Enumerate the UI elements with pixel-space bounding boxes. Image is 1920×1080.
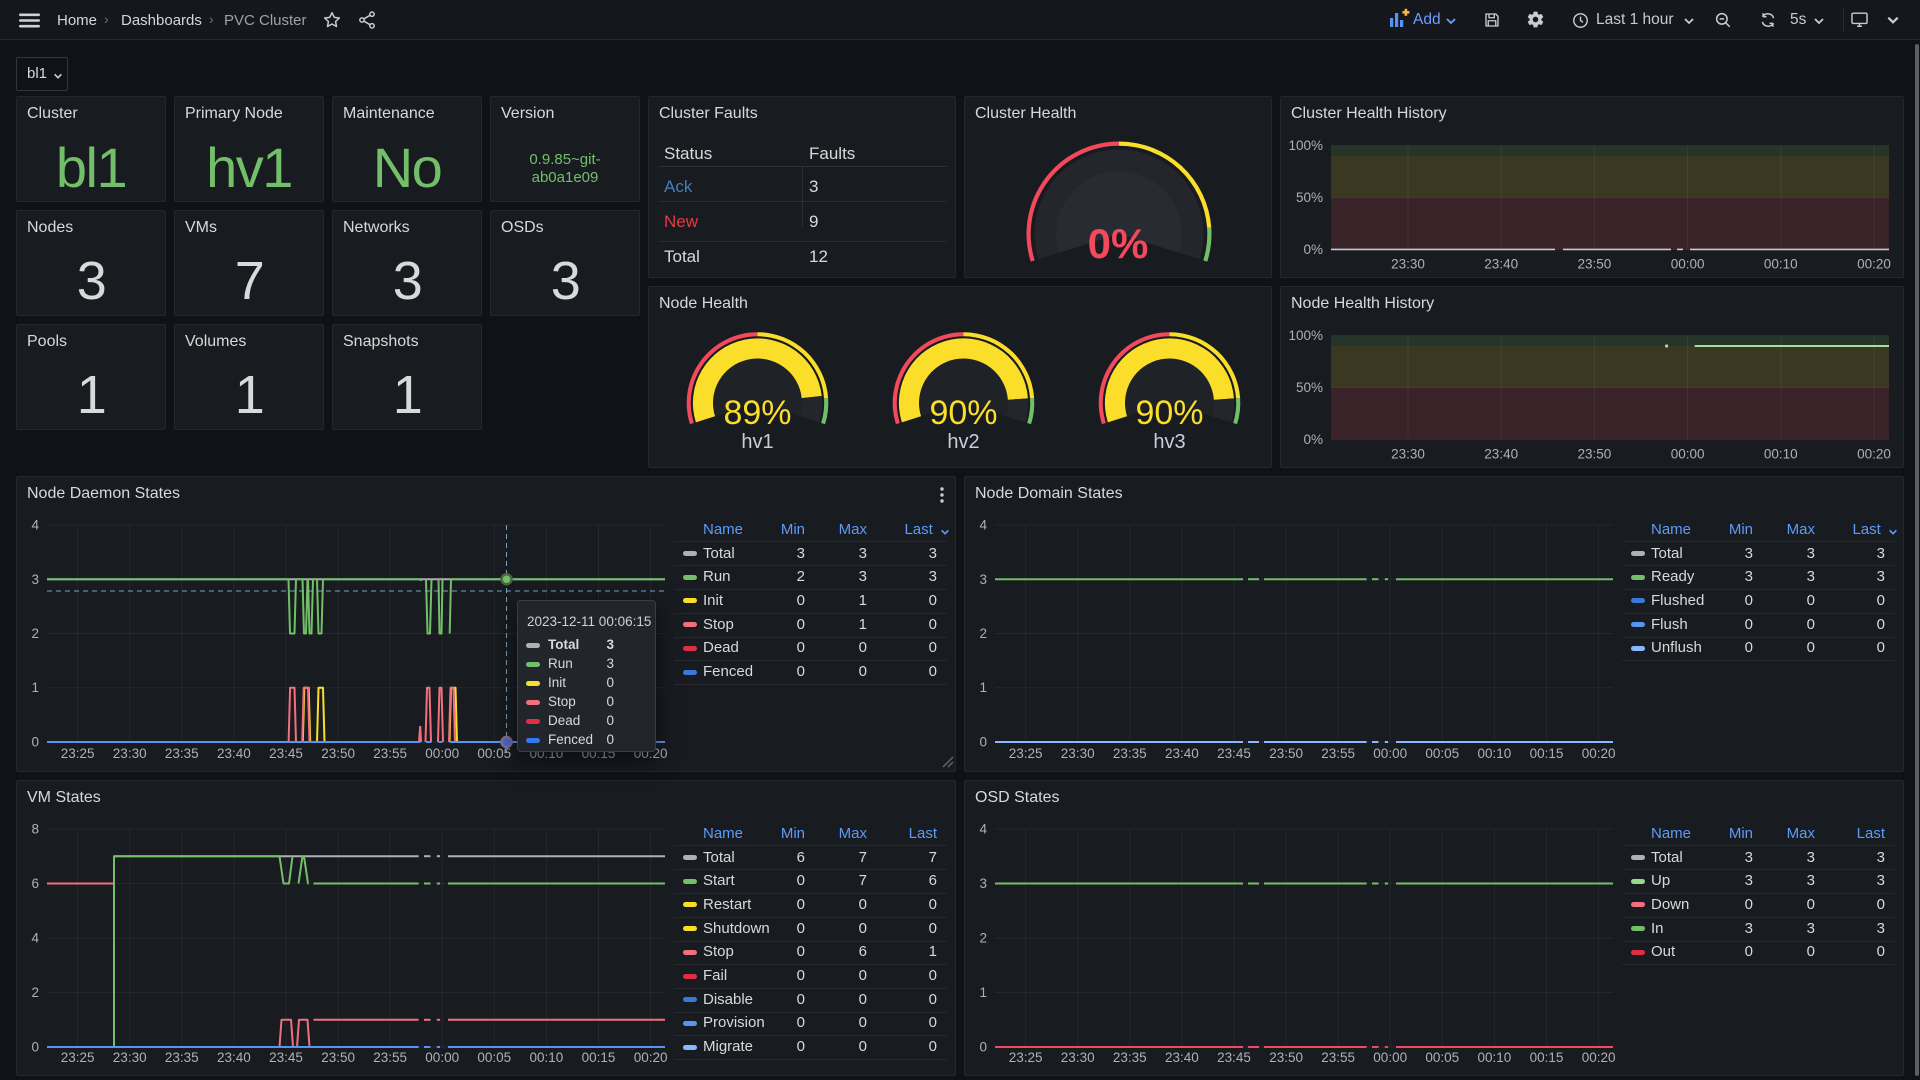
svg-text:00:10: 00:10 bbox=[1478, 746, 1512, 761]
svg-text:00:15: 00:15 bbox=[1530, 1050, 1564, 1065]
svg-text:4: 4 bbox=[979, 822, 987, 837]
svg-text:0: 0 bbox=[979, 735, 987, 750]
svg-text:00:20: 00:20 bbox=[634, 1050, 668, 1065]
svg-text:0%: 0% bbox=[1303, 242, 1323, 257]
svg-text:23:45: 23:45 bbox=[269, 746, 303, 761]
svg-text:23:50: 23:50 bbox=[1269, 1050, 1303, 1065]
svg-text:23:50: 23:50 bbox=[1578, 256, 1612, 271]
svg-text:00:10: 00:10 bbox=[1764, 256, 1798, 271]
svg-text:3: 3 bbox=[979, 572, 987, 587]
svg-text:hv1: hv1 bbox=[741, 431, 773, 453]
svg-text:00:00: 00:00 bbox=[425, 746, 459, 761]
svg-text:6: 6 bbox=[31, 876, 39, 891]
svg-text:hv3: hv3 bbox=[1153, 431, 1185, 453]
svg-text:0: 0 bbox=[31, 1040, 39, 1055]
svg-text:00:15: 00:15 bbox=[1530, 746, 1564, 761]
svg-text:0: 0 bbox=[31, 735, 39, 750]
svg-text:00:10: 00:10 bbox=[1764, 446, 1798, 461]
svg-text:23:40: 23:40 bbox=[217, 746, 251, 761]
svg-text:4: 4 bbox=[31, 518, 39, 533]
svg-text:00:05: 00:05 bbox=[1425, 1050, 1459, 1065]
svg-text:3: 3 bbox=[31, 572, 39, 587]
svg-text:23:35: 23:35 bbox=[1113, 1050, 1147, 1065]
svg-text:0: 0 bbox=[979, 1040, 987, 1055]
svg-text:00:00: 00:00 bbox=[1671, 446, 1705, 461]
svg-text:50%: 50% bbox=[1296, 190, 1323, 205]
svg-text:23:45: 23:45 bbox=[1217, 746, 1251, 761]
svg-text:23:35: 23:35 bbox=[165, 1050, 199, 1065]
svg-text:00:00: 00:00 bbox=[1671, 256, 1705, 271]
svg-text:23:30: 23:30 bbox=[1391, 256, 1425, 271]
svg-text:00:20: 00:20 bbox=[1857, 446, 1891, 461]
svg-text:23:40: 23:40 bbox=[1165, 1050, 1199, 1065]
svg-text:1: 1 bbox=[979, 680, 987, 695]
svg-text:23:40: 23:40 bbox=[1484, 256, 1518, 271]
svg-text:23:55: 23:55 bbox=[373, 746, 407, 761]
svg-text:00:20: 00:20 bbox=[1582, 746, 1616, 761]
svg-text:23:30: 23:30 bbox=[1391, 446, 1425, 461]
svg-text:23:55: 23:55 bbox=[1321, 746, 1355, 761]
svg-text:00:00: 00:00 bbox=[1373, 746, 1407, 761]
svg-text:23:25: 23:25 bbox=[1009, 746, 1043, 761]
svg-text:2: 2 bbox=[979, 626, 987, 641]
svg-text:23:45: 23:45 bbox=[269, 1050, 303, 1065]
svg-text:23:50: 23:50 bbox=[1578, 446, 1612, 461]
svg-text:100%: 100% bbox=[1288, 328, 1323, 343]
svg-text:90%: 90% bbox=[1135, 394, 1203, 432]
svg-text:50%: 50% bbox=[1296, 380, 1323, 395]
svg-text:0%: 0% bbox=[1303, 432, 1323, 447]
svg-text:1: 1 bbox=[31, 680, 39, 695]
svg-text:2: 2 bbox=[979, 931, 987, 946]
svg-text:89%: 89% bbox=[723, 394, 791, 432]
svg-text:23:55: 23:55 bbox=[373, 1050, 407, 1065]
svg-text:00:15: 00:15 bbox=[582, 1050, 616, 1065]
svg-text:1: 1 bbox=[979, 985, 987, 1000]
svg-text:100%: 100% bbox=[1288, 138, 1323, 153]
svg-text:23:45: 23:45 bbox=[1217, 1050, 1251, 1065]
svg-text:23:50: 23:50 bbox=[321, 1050, 355, 1065]
svg-text:2: 2 bbox=[31, 985, 39, 1000]
svg-text:23:55: 23:55 bbox=[1321, 1050, 1355, 1065]
svg-text:23:50: 23:50 bbox=[321, 746, 355, 761]
svg-text:23:40: 23:40 bbox=[217, 1050, 251, 1065]
svg-text:00:00: 00:00 bbox=[1373, 1050, 1407, 1065]
svg-text:23:35: 23:35 bbox=[165, 746, 199, 761]
svg-text:2: 2 bbox=[31, 626, 39, 641]
svg-text:90%: 90% bbox=[929, 394, 997, 432]
svg-text:23:50: 23:50 bbox=[1269, 746, 1303, 761]
svg-text:0%: 0% bbox=[1088, 220, 1149, 267]
svg-text:23:30: 23:30 bbox=[1061, 1050, 1095, 1065]
svg-text:hv2: hv2 bbox=[947, 431, 979, 453]
svg-text:23:30: 23:30 bbox=[1061, 746, 1095, 761]
svg-text:8: 8 bbox=[31, 822, 39, 837]
svg-text:23:30: 23:30 bbox=[113, 1050, 147, 1065]
svg-text:00:10: 00:10 bbox=[530, 1050, 564, 1065]
svg-text:00:20: 00:20 bbox=[1582, 1050, 1616, 1065]
svg-text:00:05: 00:05 bbox=[477, 746, 511, 761]
svg-text:4: 4 bbox=[979, 518, 987, 533]
svg-text:4: 4 bbox=[31, 931, 39, 946]
svg-text:23:40: 23:40 bbox=[1165, 746, 1199, 761]
svg-text:23:25: 23:25 bbox=[61, 746, 95, 761]
svg-text:00:05: 00:05 bbox=[1425, 746, 1459, 761]
svg-text:23:25: 23:25 bbox=[1009, 1050, 1043, 1065]
svg-text:00:00: 00:00 bbox=[425, 1050, 459, 1065]
svg-text:23:35: 23:35 bbox=[1113, 746, 1147, 761]
svg-text:23:40: 23:40 bbox=[1484, 446, 1518, 461]
svg-text:23:25: 23:25 bbox=[61, 1050, 95, 1065]
svg-text:23:30: 23:30 bbox=[113, 746, 147, 761]
svg-text:00:10: 00:10 bbox=[1478, 1050, 1512, 1065]
svg-text:00:20: 00:20 bbox=[1857, 256, 1891, 271]
svg-text:00:05: 00:05 bbox=[477, 1050, 511, 1065]
svg-text:3: 3 bbox=[979, 876, 987, 891]
